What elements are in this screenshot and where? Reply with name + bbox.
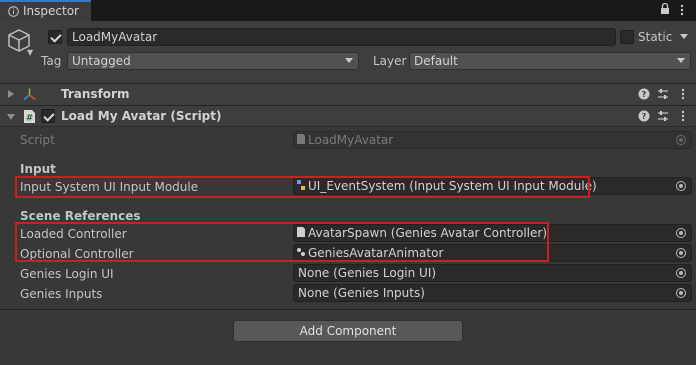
login-ui-label: Genies Login UI (20, 267, 114, 281)
icon-dropdown-arrow-icon[interactable]: ▼ (27, 48, 33, 57)
highlight-box-controllers (15, 222, 549, 262)
transform-axes-icon (23, 88, 36, 101)
object-picker-icon[interactable] (676, 288, 686, 298)
lock-icon[interactable] (660, 3, 670, 15)
script-file-icon (297, 134, 305, 144)
object-picker-icon[interactable] (676, 181, 686, 191)
tag-label: Tag (41, 54, 62, 68)
login-ui-value: None (Genies Login UI) (298, 266, 437, 280)
inputs-value: None (Genies Inputs) (298, 286, 425, 300)
static-checkbox[interactable] (620, 30, 634, 44)
layer-value: Default (414, 54, 458, 68)
svg-text:#: # (26, 114, 34, 124)
object-name-field[interactable]: LoadMyAvatar (67, 28, 616, 46)
add-component-button[interactable]: Add Component (233, 320, 463, 342)
more-icon[interactable] (680, 87, 686, 101)
static-label: Static (638, 30, 673, 44)
script-field: LoadMyAvatar (293, 131, 692, 149)
component-divider (0, 309, 696, 310)
tab-inspector[interactable]: Inspector (0, 0, 91, 21)
object-picker-icon[interactable] (676, 268, 686, 278)
object-picker-icon (676, 135, 686, 145)
script-value: LoadMyAvatar (308, 133, 394, 147)
layer-label: Layer (373, 54, 407, 68)
inputs-label: Genies Inputs (20, 287, 103, 301)
chevron-down-icon (677, 58, 685, 63)
transform-component-header[interactable]: Transform ? (0, 83, 696, 105)
section-input: Input (20, 162, 56, 176)
presets-icon[interactable] (657, 88, 669, 100)
script-title: Load My Avatar (Script) (61, 109, 222, 123)
script-hash-icon: # (24, 110, 35, 124)
chevron-down-icon (345, 58, 353, 63)
script-component-header[interactable]: # Load My Avatar (Script) ? (0, 105, 696, 127)
foldout-arrow-icon[interactable] (7, 114, 15, 120)
inputs-field[interactable]: None (Genies Inputs) (293, 284, 692, 302)
svg-text:?: ? (642, 112, 647, 121)
layer-dropdown[interactable]: Default (409, 52, 691, 70)
login-ui-field[interactable]: None (Genies Login UI) (293, 264, 692, 282)
info-icon (8, 6, 19, 17)
presets-icon[interactable] (657, 110, 669, 122)
tab-bar (0, 0, 696, 21)
foldout-arrow-icon[interactable] (8, 90, 14, 98)
tab-label: Inspector (23, 4, 79, 18)
static-dropdown-arrow-icon[interactable] (680, 34, 688, 39)
tag-value: Untagged (72, 54, 131, 68)
tag-dropdown[interactable]: Untagged (67, 52, 359, 70)
object-picker-icon[interactable] (676, 228, 686, 238)
section-scene-references: Scene References (20, 209, 141, 223)
active-checkbox[interactable] (48, 30, 62, 44)
transform-title: Transform (61, 87, 130, 101)
kebab-menu-icon[interactable] (679, 3, 685, 17)
highlight-box-input (15, 176, 590, 198)
more-icon[interactable] (680, 109, 686, 123)
object-picker-icon[interactable] (676, 248, 686, 258)
help-icon[interactable]: ? (638, 110, 650, 122)
script-label: Script (20, 133, 55, 147)
help-icon[interactable]: ? (638, 88, 650, 100)
script-enabled-checkbox[interactable] (41, 109, 55, 123)
svg-text:?: ? (642, 90, 647, 99)
